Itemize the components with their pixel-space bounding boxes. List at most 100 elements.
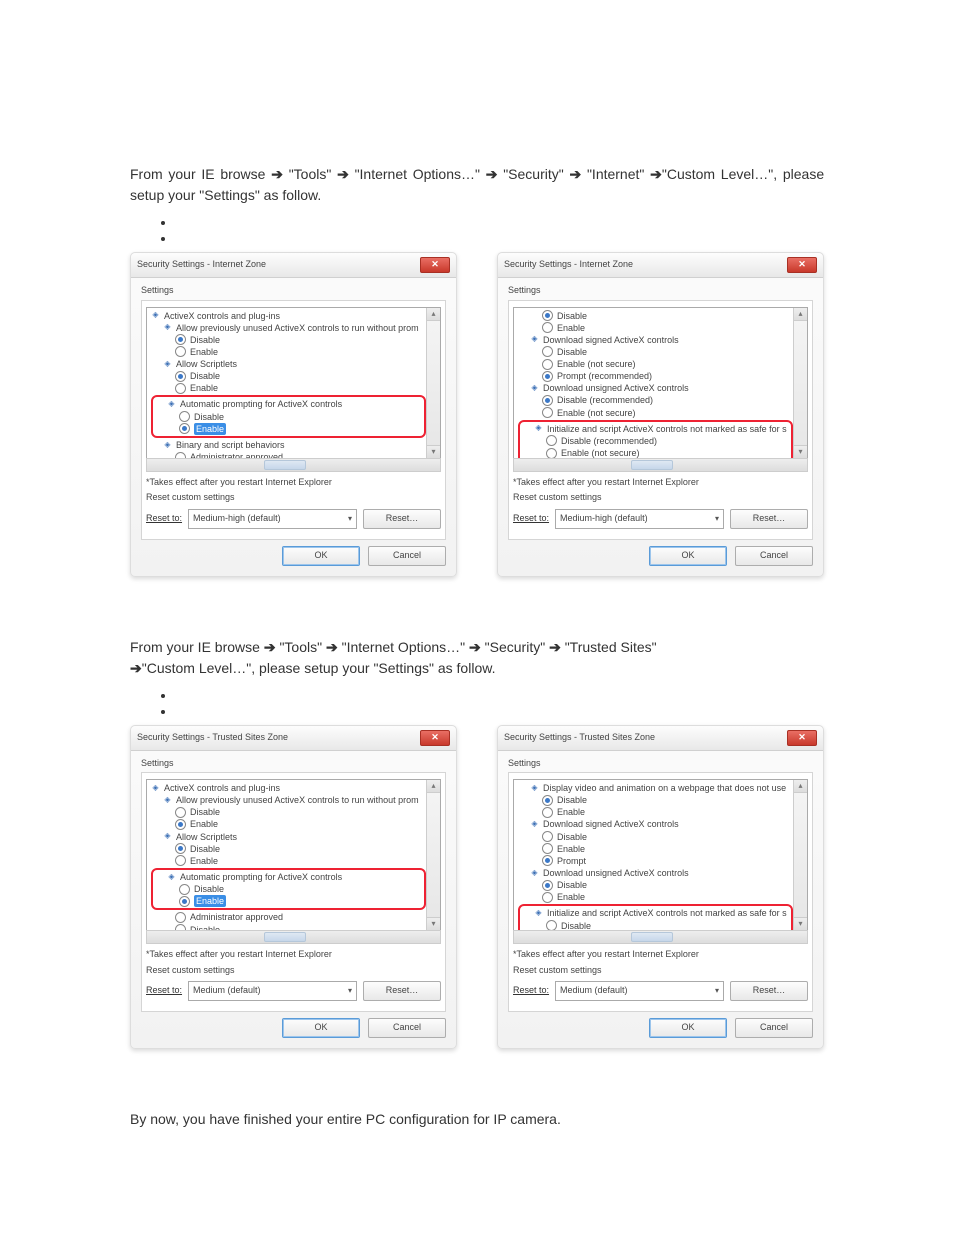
document-page: From your IE browse ➔ "Tools" ➔ "Interne… <box>0 0 954 1235</box>
highlight-red: ◈Automatic prompting for ActiveX control… <box>151 868 426 910</box>
radio[interactable] <box>179 884 190 895</box>
instruction-paragraph-trusted: From your IE browse ➔ "Tools" ➔ "Interne… <box>130 637 824 679</box>
reset-button[interactable]: Reset… <box>730 509 808 529</box>
security-settings-dialog: Security Settings - Internet Zone ✕ Sett… <box>130 252 457 577</box>
reset-dropdown[interactable]: Medium-high (default)▾ <box>555 509 724 529</box>
scroll-up-icon[interactable]: ▴ <box>794 780 807 793</box>
chevron-down-icon: ▾ <box>348 513 352 525</box>
scrollbar[interactable]: ▴ ▾ <box>793 308 807 458</box>
reset-to-label: Reset to: <box>146 512 182 526</box>
chevron-down-icon: ▾ <box>348 985 352 997</box>
bullet-list <box>130 212 824 238</box>
activex-icon: ◈ <box>151 311 160 320</box>
radio[interactable] <box>542 831 553 842</box>
reset-dropdown[interactable]: Medium (default)▾ <box>188 981 357 1001</box>
reset-dropdown[interactable]: Medium (default)▾ <box>555 981 724 1001</box>
scroll-up-icon[interactable]: ▴ <box>794 308 807 321</box>
ok-button[interactable]: OK <box>649 1018 727 1038</box>
close-icon[interactable]: ✕ <box>787 730 817 746</box>
restart-note: *Takes effect after you restart Internet… <box>513 948 808 962</box>
radio[interactable] <box>542 359 553 370</box>
radio[interactable] <box>175 383 186 394</box>
radio[interactable] <box>175 807 186 818</box>
radio[interactable] <box>175 371 186 382</box>
radio[interactable] <box>175 334 186 345</box>
radio[interactable] <box>175 819 186 830</box>
settings-group: ▴ ▾ ◈Display video and animation on a we… <box>508 772 813 1012</box>
scroll-down-icon[interactable]: ▾ <box>427 445 440 458</box>
node-icon: ◈ <box>167 873 176 882</box>
scrollbar[interactable]: ▴ ▾ <box>426 780 440 930</box>
radio[interactable] <box>542 407 553 418</box>
cancel-button[interactable]: Cancel <box>368 546 446 566</box>
settings-label: Settings <box>141 757 456 771</box>
arrow-icon: ➔ <box>264 639 276 655</box>
hscrollbar[interactable] <box>513 458 808 472</box>
node-icon: ◈ <box>163 832 172 841</box>
highlight-selection: Enable <box>194 423 226 435</box>
screenshot-row: Security Settings - Trusted Sites Zone ✕… <box>130 725 824 1050</box>
radio[interactable] <box>175 912 186 923</box>
close-icon[interactable]: ✕ <box>420 257 450 273</box>
radio[interactable] <box>542 322 553 333</box>
hscrollbar[interactable] <box>146 930 441 944</box>
cancel-button[interactable]: Cancel <box>735 546 813 566</box>
radio[interactable] <box>179 896 190 907</box>
scroll-down-icon[interactable]: ▾ <box>427 917 440 930</box>
cancel-button[interactable]: Cancel <box>368 1018 446 1038</box>
scroll-down-icon[interactable]: ▾ <box>794 917 807 930</box>
radio[interactable] <box>542 807 553 818</box>
scrollbar[interactable]: ▴ ▾ <box>793 780 807 930</box>
radio[interactable] <box>542 855 553 866</box>
node-icon: ◈ <box>163 796 172 805</box>
scroll-down-icon[interactable]: ▾ <box>794 445 807 458</box>
radio[interactable] <box>542 346 553 357</box>
settings-tree[interactable]: ▴ ▾ ◈Display video and animation on a we… <box>513 779 808 931</box>
radio[interactable] <box>546 435 557 446</box>
reset-button[interactable]: Reset… <box>363 509 441 529</box>
security-settings-dialog: Security Settings - Trusted Sites Zone ✕… <box>497 725 824 1050</box>
close-icon[interactable]: ✕ <box>420 730 450 746</box>
settings-group: ▴ ▾ Disable Enable ◈Download signed Acti… <box>508 300 813 540</box>
hscrollbar[interactable] <box>146 458 441 472</box>
radio[interactable] <box>542 395 553 406</box>
reset-section-label: Reset custom settings <box>513 491 808 505</box>
highlight-red: ◈Automatic prompting for ActiveX control… <box>151 395 426 437</box>
reset-button[interactable]: Reset… <box>730 981 808 1001</box>
settings-label: Settings <box>508 757 823 771</box>
settings-tree[interactable]: ▴ ▾ Disable Enable ◈Download signed Acti… <box>513 307 808 459</box>
restart-note: *Takes effect after you restart Internet… <box>146 476 441 490</box>
radio[interactable] <box>542 880 553 891</box>
titlebar: Security Settings - Internet Zone ✕ <box>131 253 456 278</box>
radio[interactable] <box>175 843 186 854</box>
ok-button[interactable]: OK <box>649 546 727 566</box>
settings-tree[interactable]: ▴ ▾ ◈ActiveX controls and plug-ins ◈Allo… <box>146 307 441 459</box>
arrow-icon: ➔ <box>486 166 498 182</box>
radio[interactable] <box>542 310 553 321</box>
restart-note: *Takes effect after you restart Internet… <box>513 476 808 490</box>
radio[interactable] <box>175 346 186 357</box>
ok-button[interactable]: OK <box>282 546 360 566</box>
hscrollbar[interactable] <box>513 930 808 944</box>
radio[interactable] <box>542 843 553 854</box>
radio[interactable] <box>542 795 553 806</box>
highlight-red: ◈Initialize and script ActiveX controls … <box>518 420 793 459</box>
reset-button[interactable]: Reset… <box>363 981 441 1001</box>
radio[interactable] <box>542 371 553 382</box>
arrow-icon: ➔ <box>650 166 662 182</box>
scroll-up-icon[interactable]: ▴ <box>427 308 440 321</box>
reset-dropdown[interactable]: Medium-high (default)▾ <box>188 509 357 529</box>
settings-tree[interactable]: ▴ ▾ ◈ActiveX controls and plug-ins ◈Allo… <box>146 779 441 931</box>
scroll-up-icon[interactable]: ▴ <box>427 780 440 793</box>
scrollbar[interactable]: ▴ ▾ <box>426 308 440 458</box>
ok-button[interactable]: OK <box>282 1018 360 1038</box>
radio[interactable] <box>179 423 190 434</box>
radio[interactable] <box>175 855 186 866</box>
cancel-button[interactable]: Cancel <box>735 1018 813 1038</box>
radio[interactable] <box>179 411 190 422</box>
close-icon[interactable]: ✕ <box>787 257 817 273</box>
reset-to-label: Reset to: <box>146 984 182 998</box>
radio[interactable] <box>542 892 553 903</box>
node-icon: ◈ <box>163 440 172 449</box>
node-icon: ◈ <box>530 784 539 793</box>
